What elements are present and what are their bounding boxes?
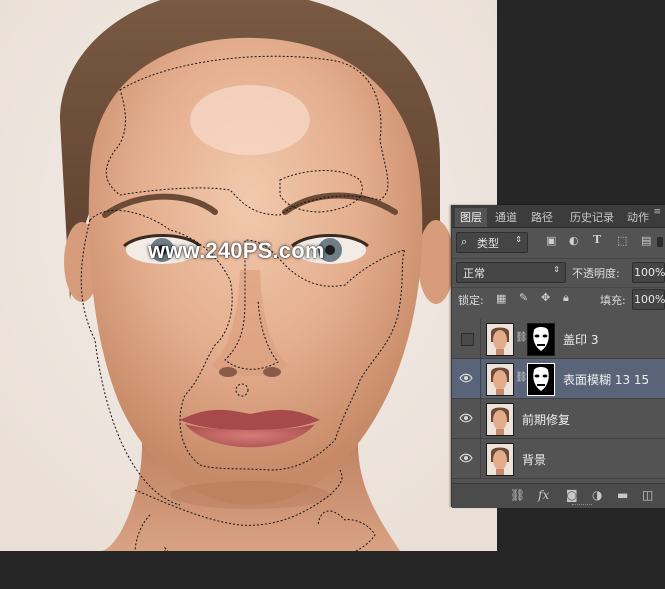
- smart-object-filter-icon[interactable]: ▤: [641, 234, 651, 247]
- layer-thumbnail: [486, 363, 514, 396]
- fill-field[interactable]: 100%: [632, 289, 665, 310]
- layer-name[interactable]: 背景: [522, 451, 546, 468]
- layers-panel: 图层 通道 路径 历史记录 动作 ≡ ⌕ 类型 ⇕ ▣ ◐ T ⬚ ▤ 正常 ⇕…: [451, 205, 665, 508]
- tab-paths[interactable]: 路径: [526, 208, 558, 227]
- portrait-photo: [0, 0, 497, 551]
- layer-row[interactable]: 前期修复: [452, 399, 665, 439]
- dropdown-arrows-icon: ⇕: [553, 265, 560, 274]
- layer-visibility-column: [480, 319, 481, 358]
- blend-mode-value: 正常: [463, 267, 485, 280]
- filter-row: ⌕ 类型 ⇕ ▣ ◐ T ⬚ ▤: [452, 231, 665, 255]
- folder-icon[interactable]: ▬: [617, 488, 628, 502]
- blend-row: 正常 ⇕ 不透明度: 100%: [452, 258, 665, 283]
- search-icon: ⌕: [461, 235, 468, 248]
- eye-icon[interactable]: [459, 372, 473, 384]
- layer-visibility-column: [480, 399, 481, 438]
- lock-row: 锁定: ▦ ✎ ✥ 🔒︎ 填充: 100%: [452, 287, 665, 312]
- tab-history[interactable]: 历史记录: [564, 208, 620, 227]
- fx-icon[interactable]: fx: [538, 488, 549, 502]
- panel-menu-icon[interactable]: ≡: [653, 207, 661, 217]
- fill-value: 100%: [634, 293, 665, 306]
- visibility-toggle[interactable]: [461, 333, 474, 346]
- layer-visibility-column: [480, 359, 481, 398]
- layer-row[interactable]: 背景: [452, 439, 665, 479]
- blend-mode-dropdown[interactable]: 正常 ⇕: [456, 262, 566, 283]
- layer-mask-thumbnail: [527, 363, 555, 396]
- link-icon[interactable]: ⛓: [515, 332, 528, 343]
- panel-tabs: 图层 通道 路径 历史记录 动作 ≡: [452, 205, 665, 228]
- dropdown-arrows-icon: ⇕: [515, 235, 522, 244]
- layer-name[interactable]: 表面模糊 13 15: [563, 371, 649, 388]
- adjustment-filter-icon[interactable]: ◐: [569, 234, 579, 247]
- layer-row[interactable]: ⛓ 表面模糊 13 15: [452, 359, 665, 399]
- link-layers-icon[interactable]: ⛓: [510, 488, 525, 502]
- lock-move-icon[interactable]: ✥: [541, 291, 550, 304]
- layer-mask-thumbnail: [527, 323, 555, 356]
- add-mask-icon[interactable]: ◙: [566, 488, 578, 502]
- tab-actions[interactable]: 动作: [622, 208, 654, 227]
- shape-filter-icon[interactable]: ⬚: [617, 234, 627, 247]
- image-filter-icon[interactable]: ▣: [546, 234, 556, 247]
- opacity-value: 100%: [634, 266, 665, 279]
- workspace-bottom: [0, 551, 497, 589]
- tab-layers[interactable]: 图层: [455, 208, 487, 227]
- opacity-label: 不透明度:: [572, 267, 620, 280]
- tab-channels[interactable]: 通道: [490, 208, 522, 227]
- layers-list: ⛓ 盖印 3 ⛓ 表面模糊 13 15 前期修复 背景: [452, 319, 665, 483]
- panel-footer: ⛓ fx ◙ ◑ ▬ ◫: [452, 483, 665, 508]
- link-icon[interactable]: ⛓: [515, 372, 528, 383]
- layer-thumbnail: [486, 443, 514, 476]
- fill-label: 填充:: [600, 294, 626, 307]
- layer-row[interactable]: ⛓ 盖印 3: [452, 319, 665, 359]
- layer-name[interactable]: 前期修复: [522, 411, 570, 428]
- lock-brush-icon[interactable]: ✎: [519, 291, 528, 304]
- watermark-text: www.240PS.com: [148, 238, 325, 263]
- eye-icon[interactable]: [459, 412, 473, 424]
- type-filter-icon[interactable]: T: [593, 233, 601, 246]
- filter-toggle-icon[interactable]: [657, 237, 663, 247]
- layer-visibility-column: [480, 439, 481, 478]
- lock-transparent-icon[interactable]: ▦: [496, 292, 506, 305]
- new-layer-icon[interactable]: ◫: [642, 488, 653, 502]
- filter-label: 类型: [477, 237, 499, 250]
- adjustment-layer-icon[interactable]: ◑: [592, 488, 602, 502]
- lock-label: 锁定:: [458, 294, 484, 307]
- document-canvas[interactable]: www.240PS.com: [0, 0, 497, 551]
- lock-all-icon[interactable]: 🔒︎: [563, 291, 569, 305]
- resize-grip[interactable]: [572, 504, 592, 507]
- opacity-field[interactable]: 100%: [632, 262, 665, 283]
- layer-thumbnail: [486, 403, 514, 436]
- layer-name[interactable]: 盖印 3: [563, 331, 598, 348]
- eye-icon[interactable]: [459, 452, 473, 464]
- layer-thumbnail: [486, 323, 514, 356]
- filter-dropdown[interactable]: ⌕ 类型 ⇕: [456, 232, 528, 253]
